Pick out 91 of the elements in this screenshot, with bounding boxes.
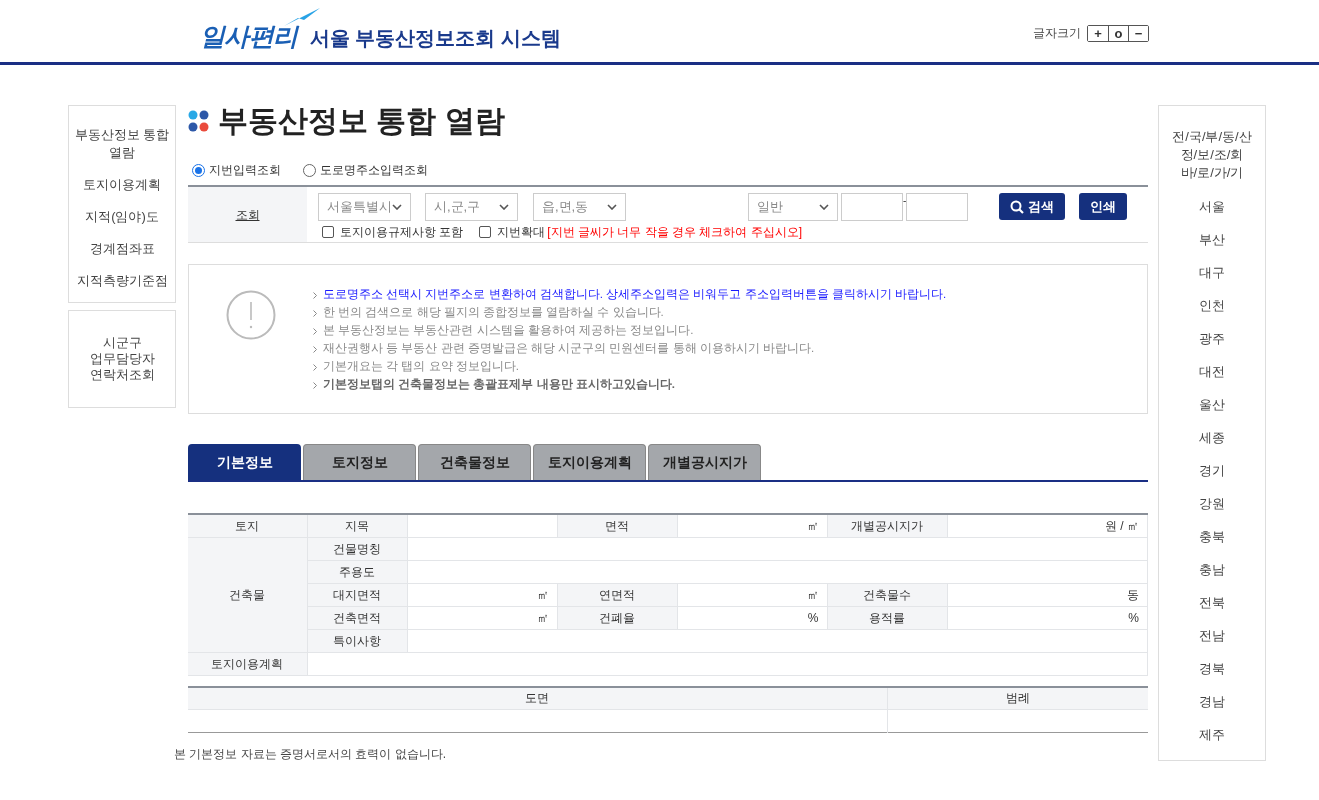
region-link[interactable]: 충남 xyxy=(1199,560,1225,580)
region-link[interactable]: 충북 xyxy=(1199,527,1225,547)
search-label: 조회 xyxy=(235,206,260,224)
region-link[interactable]: 서울 xyxy=(1199,198,1225,217)
radio-label: 도로명주소입력조회 xyxy=(320,162,428,179)
input-field[interactable] xyxy=(906,193,968,221)
disclaimer-text: 본 기본정보 자료는 증명서로서의 효력이 없습니다. xyxy=(174,746,447,763)
region-link[interactable]: 울산 xyxy=(1199,395,1225,415)
side-menu-item[interactable]: 경계점좌표 xyxy=(72,240,172,258)
notice-text: 기본정보탭의 건축물정보는 총괄표제부 내용만 표시하고있습니다. xyxy=(323,377,675,393)
region-link[interactable]: 제주 xyxy=(1199,725,1225,745)
dots-icon xyxy=(188,109,210,133)
region-link[interactable]: 대전 xyxy=(1199,362,1225,382)
chevron-right-icon xyxy=(313,345,317,353)
table-cell: ㎡ xyxy=(677,514,827,537)
table-cell: 토지 xyxy=(188,514,307,537)
search-icon xyxy=(1010,199,1024,214)
region-link[interactable]: 전남 xyxy=(1199,626,1225,646)
notice-text: 재산권행사 등 부동산 관련 증명발급은 해당 시군구의 민원센터를 통해 이용하시기 바랍니다. xyxy=(323,341,815,357)
checkbox-label: 토지이용규제사항 포함 xyxy=(340,224,464,241)
site-title: 서울 부동산정보조회 시스템 xyxy=(309,28,561,48)
region-link[interactable]: 부산 xyxy=(1199,231,1225,250)
side-menu-item[interactable]: 지적측량기준점 xyxy=(72,272,172,290)
side-menu-item[interactable]: 부동산정보 통합 열람 xyxy=(72,126,172,162)
radio-label: 지번입력조회 xyxy=(209,162,281,179)
font-size-label: 글자크기 xyxy=(1033,25,1081,42)
region-link[interactable]: 세종 xyxy=(1199,428,1225,448)
tab[interactable]: 토지정보 xyxy=(303,444,416,480)
notice-text: 본 부동산정보는 부동산관련 시스템을 활용하여 제공하는 정보입니다. xyxy=(323,323,694,339)
exclamation-icon xyxy=(226,290,276,340)
side-menu-item[interactable]: 지적(임야)도 xyxy=(72,208,172,226)
table-cell: % xyxy=(677,606,827,629)
chevron-down-icon xyxy=(392,204,402,210)
chevron-right-icon xyxy=(313,381,317,389)
chevron-right-icon xyxy=(313,363,317,371)
notice-text: 기본개요는 각 탭의 요약 정보입니다. xyxy=(323,359,519,375)
region-link[interactable]: 경기 xyxy=(1199,461,1225,481)
tab[interactable]: 기본정보 xyxy=(188,444,301,480)
column-header: 범례 xyxy=(887,686,1148,710)
input-field[interactable] xyxy=(841,193,903,221)
region-link[interactable]: 대구 xyxy=(1199,263,1225,283)
notice-text: 한 번의 검색으로 해당 필지의 종합정보를 열람하실 수 있습니다. xyxy=(323,305,664,321)
table-cell: 건축물 xyxy=(188,537,307,652)
tab[interactable]: 토지이용계획 xyxy=(533,444,646,480)
table-cell: ㎡ xyxy=(407,583,557,606)
region-link[interactable]: 광주 xyxy=(1199,329,1225,349)
region-link[interactable]: 경남 xyxy=(1199,692,1225,712)
hint-text: [지번 글씨가 너무 작을 경우 체크하여 주십시오] xyxy=(547,224,802,241)
region-link[interactable]: 강원 xyxy=(1199,494,1225,514)
table-cell: ㎡ xyxy=(677,583,827,606)
dropdown[interactable]: 서울특별시 xyxy=(318,193,411,221)
table-cell: 면적 xyxy=(557,514,677,537)
table-cell: 연면적 xyxy=(557,583,677,606)
dropdown[interactable]: 일반 xyxy=(748,193,838,221)
table-cell: 개별공시지가 xyxy=(827,514,947,537)
table-cell: 용적률 xyxy=(827,606,947,629)
table-cell: 지목 xyxy=(307,514,407,537)
table-cell: 건축물수 xyxy=(827,583,947,606)
font-size-button[interactable]: − xyxy=(1128,25,1148,41)
checkbox[interactable] xyxy=(322,226,334,238)
chevron-down-icon xyxy=(607,204,617,210)
tab[interactable]: 건축물정보 xyxy=(418,444,531,480)
page-title: 부동산정보 통합 열람 xyxy=(218,103,505,139)
chevron-right-icon xyxy=(313,327,317,335)
region-link[interactable]: 인천 xyxy=(1199,296,1225,316)
contact-link[interactable]: 시군구 업무담당자 연락처조회 xyxy=(86,335,158,383)
table-cell: % xyxy=(947,606,1148,629)
print-button[interactable]: 인쇄 xyxy=(1079,193,1127,220)
search-button[interactable]: 검색 xyxy=(999,193,1065,220)
table-cell: 원 / ㎡ xyxy=(947,514,1148,537)
table-cell: 토지이용계획 xyxy=(188,652,307,675)
chevron-down-icon xyxy=(819,204,829,210)
dropdown[interactable]: 읍,면,동 xyxy=(533,193,626,221)
table-cell: ㎡ xyxy=(407,606,557,629)
checkbox[interactable] xyxy=(479,226,492,238)
tab[interactable]: 개별공시지가 xyxy=(648,444,761,480)
table-cell: 동 xyxy=(947,583,1148,606)
logo[interactable]: 일사편리 xyxy=(200,24,298,49)
chevron-down-icon xyxy=(499,204,509,210)
dropdown[interactable]: 시,군,구 xyxy=(425,193,518,221)
notice-text: 도로명주소 선택시 지번주소로 변환하여 검색합니다. 상세주소입력은 비워두고 주소입력버튼을 클릭하시기 바랍니다. xyxy=(323,287,947,303)
region-link[interactable]: 경북 xyxy=(1199,659,1225,679)
side-menu-item[interactable]: 토지이용계획 xyxy=(72,176,172,194)
dash-text: - xyxy=(903,194,906,208)
column-header: 도면 xyxy=(188,686,887,710)
checkbox-label: 지번확대 xyxy=(497,224,546,241)
nationwide-link[interactable]: 전/국/부/동/산 정/보/조/회 바/로/가/기 xyxy=(1172,128,1252,182)
table-cell: 건폐율 xyxy=(557,606,677,629)
chevron-right-icon xyxy=(313,309,317,317)
chevron-right-icon xyxy=(313,291,317,299)
region-link[interactable]: 전북 xyxy=(1199,593,1225,613)
